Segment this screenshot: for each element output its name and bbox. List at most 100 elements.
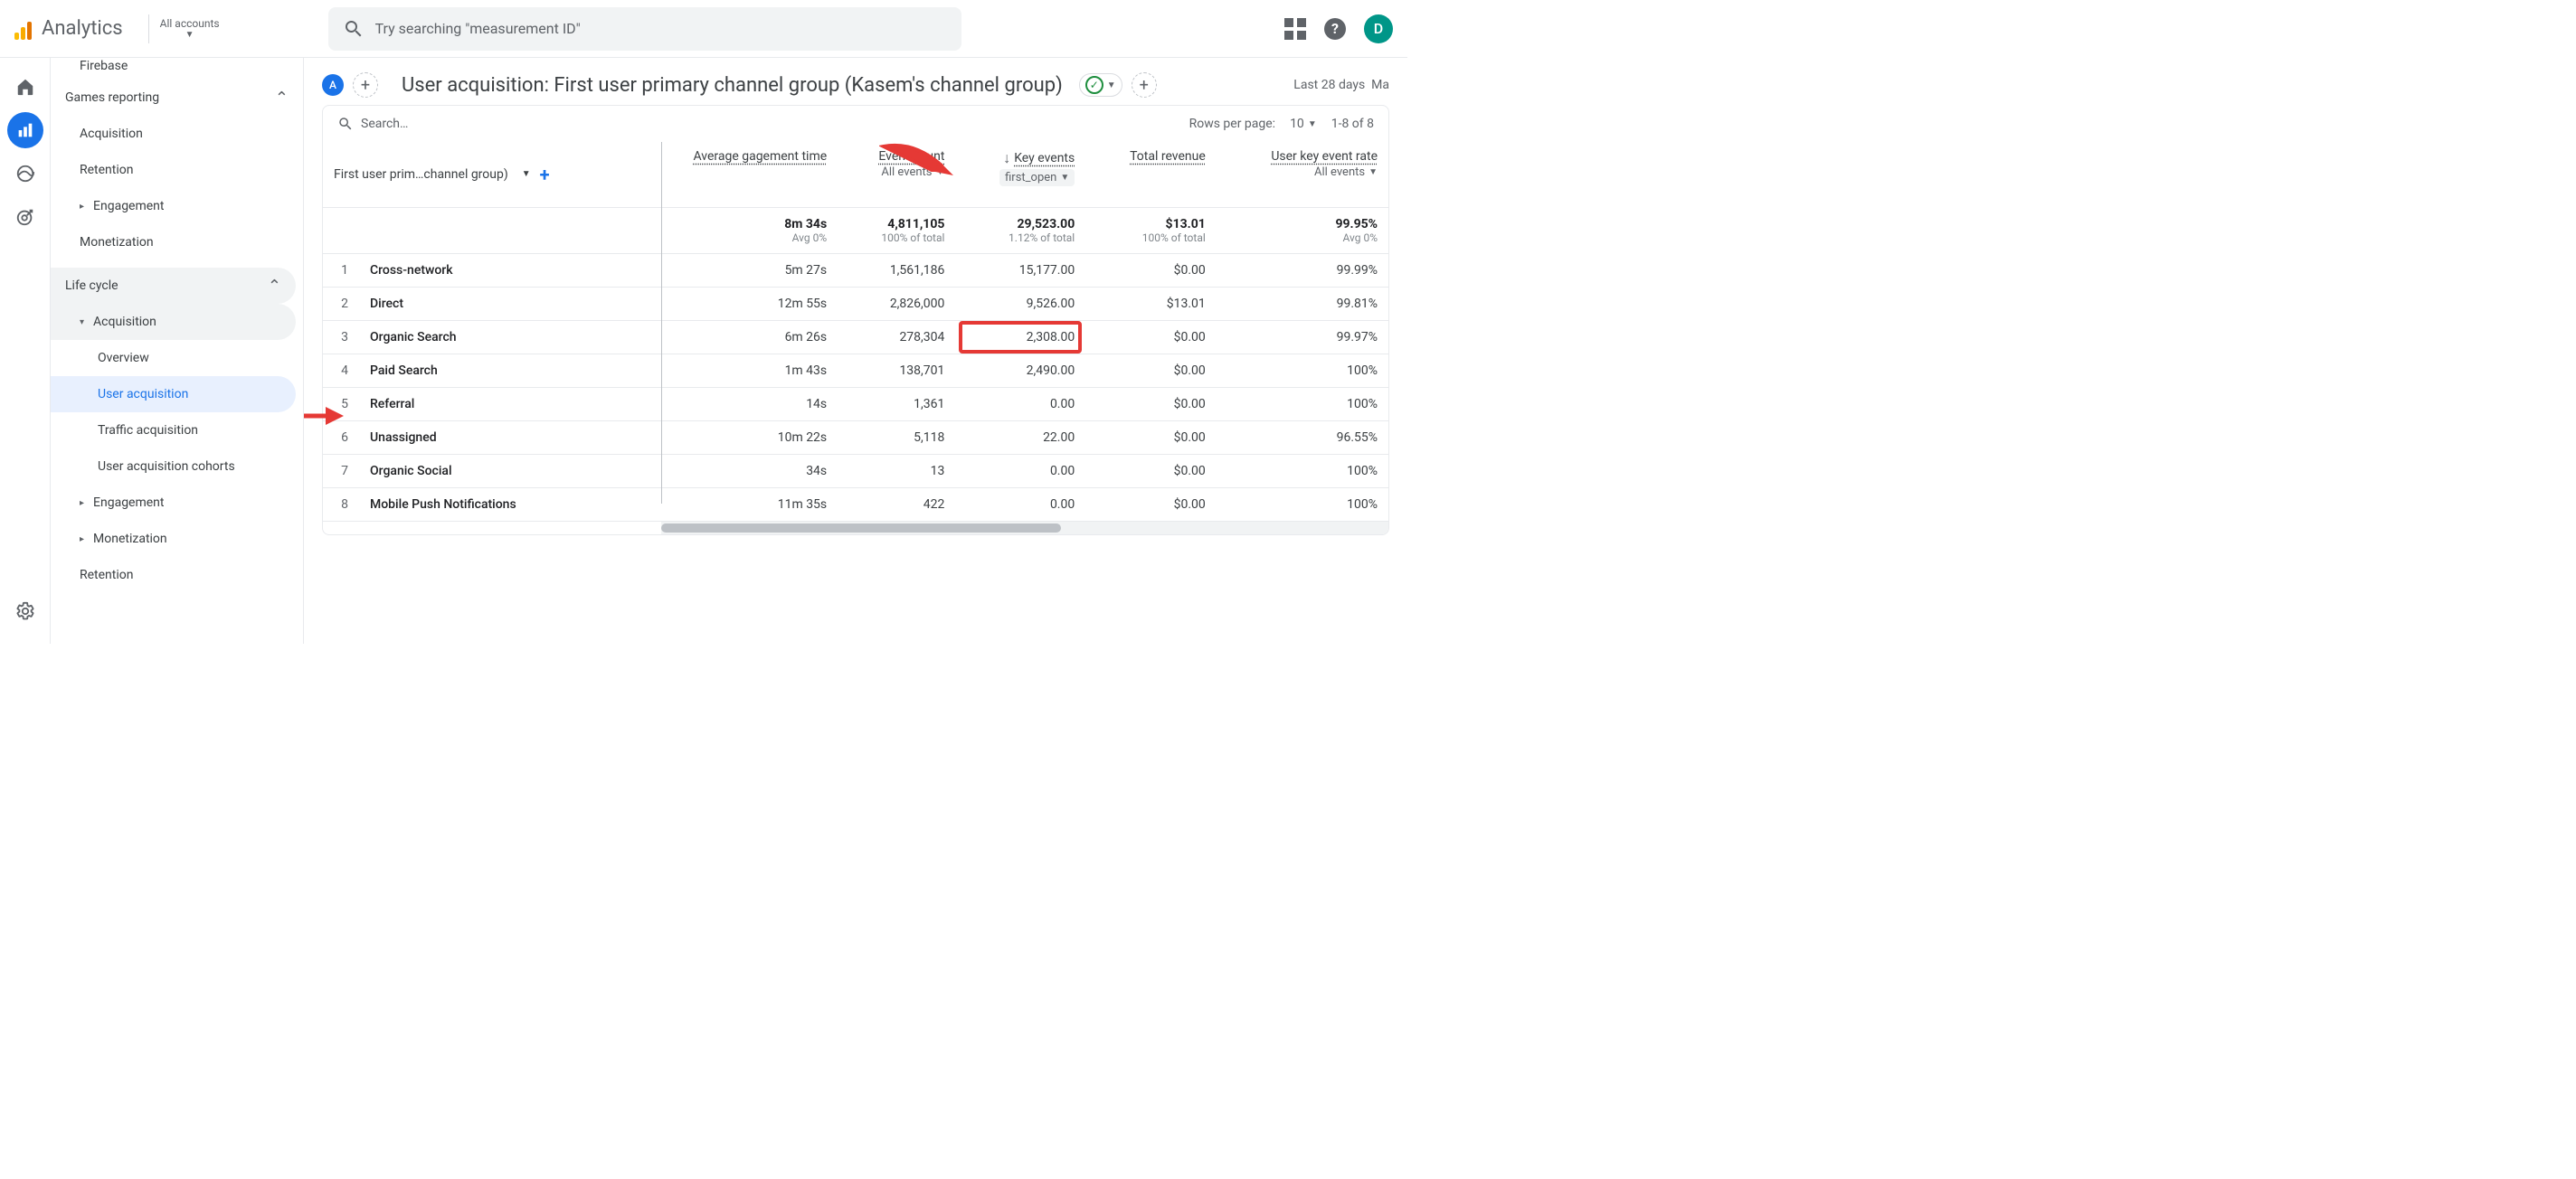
cell-key-event-rate: 99.81% — [1217, 287, 1388, 320]
rail-explore[interactable] — [7, 156, 43, 192]
data-table: Search… Rows per page: 10 ▼ 1-8 of 8 Fir… — [322, 105, 1389, 535]
row-index: 3 — [323, 320, 359, 354]
horizontal-scrollbar[interactable] — [661, 522, 1388, 534]
sidebar-item-user-acq-cohorts[interactable]: User acquisition cohorts — [51, 448, 303, 485]
key-events-filter[interactable]: first_open ▼ — [999, 169, 1075, 186]
row-dimension: Organic Search — [359, 320, 630, 354]
dimension-selector[interactable]: First user prim…channel group) ▼ — [334, 167, 531, 182]
row-dimension: Organic Social — [359, 454, 630, 487]
table-search[interactable]: Search… — [337, 116, 1189, 132]
target-icon — [15, 207, 35, 227]
chevron-down-icon: ▼ — [1368, 167, 1378, 177]
main-content: A + User acquisition: First user primary… — [304, 58, 1407, 644]
add-dimension-button[interactable]: + — [540, 164, 550, 185]
table-row[interactable]: 1Cross-network5m 27s1,561,18615,177.00$0… — [323, 253, 1388, 287]
sidebar-item-user-acquisition[interactable]: User acquisition — [51, 376, 296, 412]
table-row[interactable]: 3Organic Search6m 26s278,3042,308.00$0.0… — [323, 320, 1388, 354]
status-check-dropdown[interactable]: ✓ ▼ — [1079, 73, 1122, 97]
pagination-info: 1-8 of 8 — [1331, 117, 1374, 131]
rail-advertising[interactable] — [7, 199, 43, 235]
table-row[interactable]: 4Paid Search1m 43s138,7012,490.00$0.0010… — [323, 354, 1388, 387]
key-event-rate-filter[interactable]: All events ▼ — [1314, 165, 1378, 179]
cell-total-revenue: $0.00 — [1085, 454, 1217, 487]
sidebar-item-acquisition-lc[interactable]: Acquisition — [51, 304, 296, 340]
sidebar-item-retention-lc[interactable]: Retention — [51, 557, 303, 593]
avatar[interactable]: D — [1364, 14, 1393, 43]
header-actions: ? D — [1284, 14, 1393, 43]
help-icon[interactable]: ? — [1324, 18, 1346, 40]
row-dimension: Referral — [359, 387, 630, 420]
product-logo[interactable]: Analytics — [14, 17, 137, 40]
search-icon — [343, 18, 365, 40]
home-icon — [15, 77, 35, 97]
sidebar-item-retention[interactable]: Retention — [51, 152, 303, 188]
summary-row: 8m 34sAvg 0% 4,811,105100% of total 29,5… — [323, 207, 1388, 253]
table-row[interactable]: 8Mobile Push Notifications11m 35s4220.00… — [323, 487, 1388, 521]
chevron-down-icon: ▼ — [522, 169, 531, 179]
row-dimension: Paid Search — [359, 354, 630, 387]
table-toolbar: Search… Rows per page: 10 ▼ 1-8 of 8 — [323, 106, 1388, 142]
column-freeze-divider — [661, 142, 662, 504]
cell-key-event-rate: 99.99% — [1217, 253, 1388, 287]
add-comparison-button[interactable]: + — [353, 72, 378, 98]
event-count-filter[interactable]: All events ▼ — [881, 165, 944, 179]
date-range-picker[interactable]: Last 28 days Ma — [1293, 78, 1389, 92]
sidebar-item-overview[interactable]: Overview — [51, 340, 303, 376]
rows-per-page-select[interactable]: 10 ▼ — [1290, 117, 1317, 131]
row-index: 7 — [323, 454, 359, 487]
row-dimension: Direct — [359, 287, 630, 320]
sidebar-item-engagement-lc[interactable]: Engagement — [51, 485, 303, 521]
search-box[interactable]: Try searching "measurement ID" — [328, 7, 961, 51]
report-titlebar: A + User acquisition: First user primary… — [304, 58, 1407, 105]
row-index: 8 — [323, 487, 359, 521]
table-row[interactable]: 6Unassigned10m 22s5,11822.00$0.0096.55% — [323, 420, 1388, 454]
chevron-down-icon: ▼ — [185, 30, 194, 40]
cell-key-events: 0.00 — [955, 487, 1085, 521]
cell-event-count: 1,561,186 — [838, 253, 955, 287]
cell-event-count: 138,701 — [838, 354, 955, 387]
audience-badge[interactable]: A — [322, 74, 344, 96]
sidebar-item-acquisition[interactable]: Acquisition — [51, 116, 303, 152]
col-key-events[interactable]: ↓Key eventsfirst_open ▼ — [955, 142, 1085, 207]
sidebar-section-life-cycle[interactable]: Life cycle⌃ — [51, 268, 296, 304]
cell-total-revenue: $0.00 — [1085, 387, 1217, 420]
cell-total-revenue: $0.00 — [1085, 487, 1217, 521]
gear-icon — [15, 601, 35, 621]
table-search-placeholder: Search… — [361, 117, 408, 131]
product-name: Analytics — [42, 17, 123, 40]
sidebar-item-monetization-lc[interactable]: Monetization — [51, 521, 303, 557]
sidebar-section-games-reporting[interactable]: Games reporting⌃ — [51, 80, 303, 116]
sidebar-item-engagement[interactable]: Engagement — [51, 188, 303, 224]
search-icon — [337, 116, 354, 132]
account-selector[interactable]: All accounts ▼ — [160, 17, 220, 40]
table-row[interactable]: 7Organic Social34s130.00$0.00100% — [323, 454, 1388, 487]
rail-admin[interactable] — [7, 593, 43, 629]
cell-key-events: 9,526.00 — [955, 287, 1085, 320]
rail-reports[interactable] — [7, 112, 43, 148]
col-key-event-rate[interactable]: User key event rateAll events ▼ — [1217, 142, 1388, 207]
add-button-secondary[interactable]: + — [1132, 72, 1157, 98]
chevron-down-icon: ▼ — [1308, 119, 1317, 129]
sidebar-item-monetization[interactable]: Monetization — [51, 224, 303, 260]
table-row[interactable]: 2Direct12m 55s2,826,0009,526.00$13.0199.… — [323, 287, 1388, 320]
sidebar-item-traffic-acquisition[interactable]: Traffic acquisition — [51, 412, 303, 448]
row-index: 1 — [323, 253, 359, 287]
sidebar-item-firebase[interactable]: Firebase — [51, 58, 303, 80]
nav-rail — [0, 58, 51, 644]
cell-event-count: 5,118 — [838, 420, 955, 454]
search-placeholder: Try searching "measurement ID" — [375, 20, 581, 37]
cell-key-event-rate: 100% — [1217, 487, 1388, 521]
rail-home[interactable] — [7, 69, 43, 105]
col-total-revenue[interactable]: Total revenue — [1085, 142, 1217, 207]
apps-grid-icon[interactable] — [1284, 18, 1306, 40]
chevron-down-icon: ▼ — [936, 167, 945, 177]
cell-total-revenue: $0.00 — [1085, 354, 1217, 387]
col-event-count[interactable]: Event countAll events ▼ — [838, 142, 955, 207]
cell-event-count: 1,361 — [838, 387, 955, 420]
sort-down-icon: ↓ — [1003, 149, 1010, 167]
row-dimension: Unassigned — [359, 420, 630, 454]
account-selector-label: All accounts — [160, 17, 220, 30]
table-row[interactable]: 5Referral14s1,3610.00$0.00100% — [323, 387, 1388, 420]
row-index: 6 — [323, 420, 359, 454]
cell-key-event-rate: 99.97% — [1217, 320, 1388, 354]
